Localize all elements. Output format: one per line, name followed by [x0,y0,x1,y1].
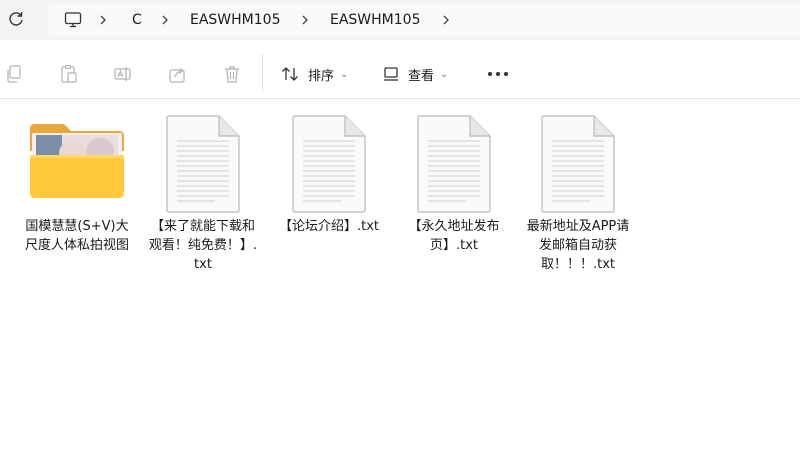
chevron-right-icon[interactable] [98,4,108,36]
more-icon [488,72,508,76]
crumb-folder-1[interactable]: EASWHM105 [190,4,280,36]
view-label: 查看 [408,68,435,84]
refresh-button[interactable] [5,8,27,30]
text-file-icon [540,115,616,217]
chevron-down-icon: ⌄ [340,68,349,80]
sort-label: 排序 [308,68,335,84]
view-button[interactable]: 查看 ⌄ [382,61,448,87]
crumb-drive[interactable]: C [132,4,142,36]
file-name: 【来了就能下载和观看！纯免费！】.txt [148,219,258,272]
paste-button[interactable] [59,61,79,87]
sort-button[interactable]: 排序 ⌄ [280,61,348,87]
share-icon [169,68,185,83]
computer-crumb[interactable] [64,4,82,36]
text-file-icon [165,115,241,217]
toolbar-separator [262,54,263,92]
text-file-icon [416,115,492,217]
chevron-right-icon[interactable] [160,4,170,36]
chevron-down-icon: ⌄ [440,68,449,80]
folder-icon [28,121,126,203]
file-name: 最新地址及APP请发邮箱自动获取！！！.txt [526,219,630,272]
delete-button[interactable] [222,61,242,87]
copy-button[interactable] [4,61,24,87]
delete-icon [225,66,239,83]
text-file-icon [291,115,367,217]
address-bar: C EASWHM105 EASWHM105 [0,0,800,40]
copy-icon [7,65,21,83]
file-name: 【论坛介绍】.txt [278,219,380,234]
command-bar: 排序 ⌄ 查看 ⌄ [0,40,800,99]
view-icon [384,67,398,81]
computer-icon [64,12,82,28]
chevron-right-icon[interactable] [441,4,451,36]
paste-icon [61,64,77,83]
refresh-icon [9,12,23,26]
more-button[interactable] [487,61,509,87]
crumb-folder-2[interactable]: EASWHM105 [330,4,420,36]
share-button[interactable] [168,61,188,87]
rename-button[interactable] [113,61,133,87]
file-name: 【永久地址发布页】.txt [408,219,500,253]
file-list: 国模慧慧(S+V)大尺度人体私拍视图 【来了就能下载和观看！纯免费！】.txt [0,100,800,462]
rename-icon [114,67,131,81]
breadcrumb[interactable]: C EASWHM105 EASWHM105 [48,4,800,36]
chevron-right-icon[interactable] [300,4,310,36]
file-name: 国模慧慧(S+V)大尺度人体私拍视图 [24,219,129,253]
sort-icon [282,67,298,81]
